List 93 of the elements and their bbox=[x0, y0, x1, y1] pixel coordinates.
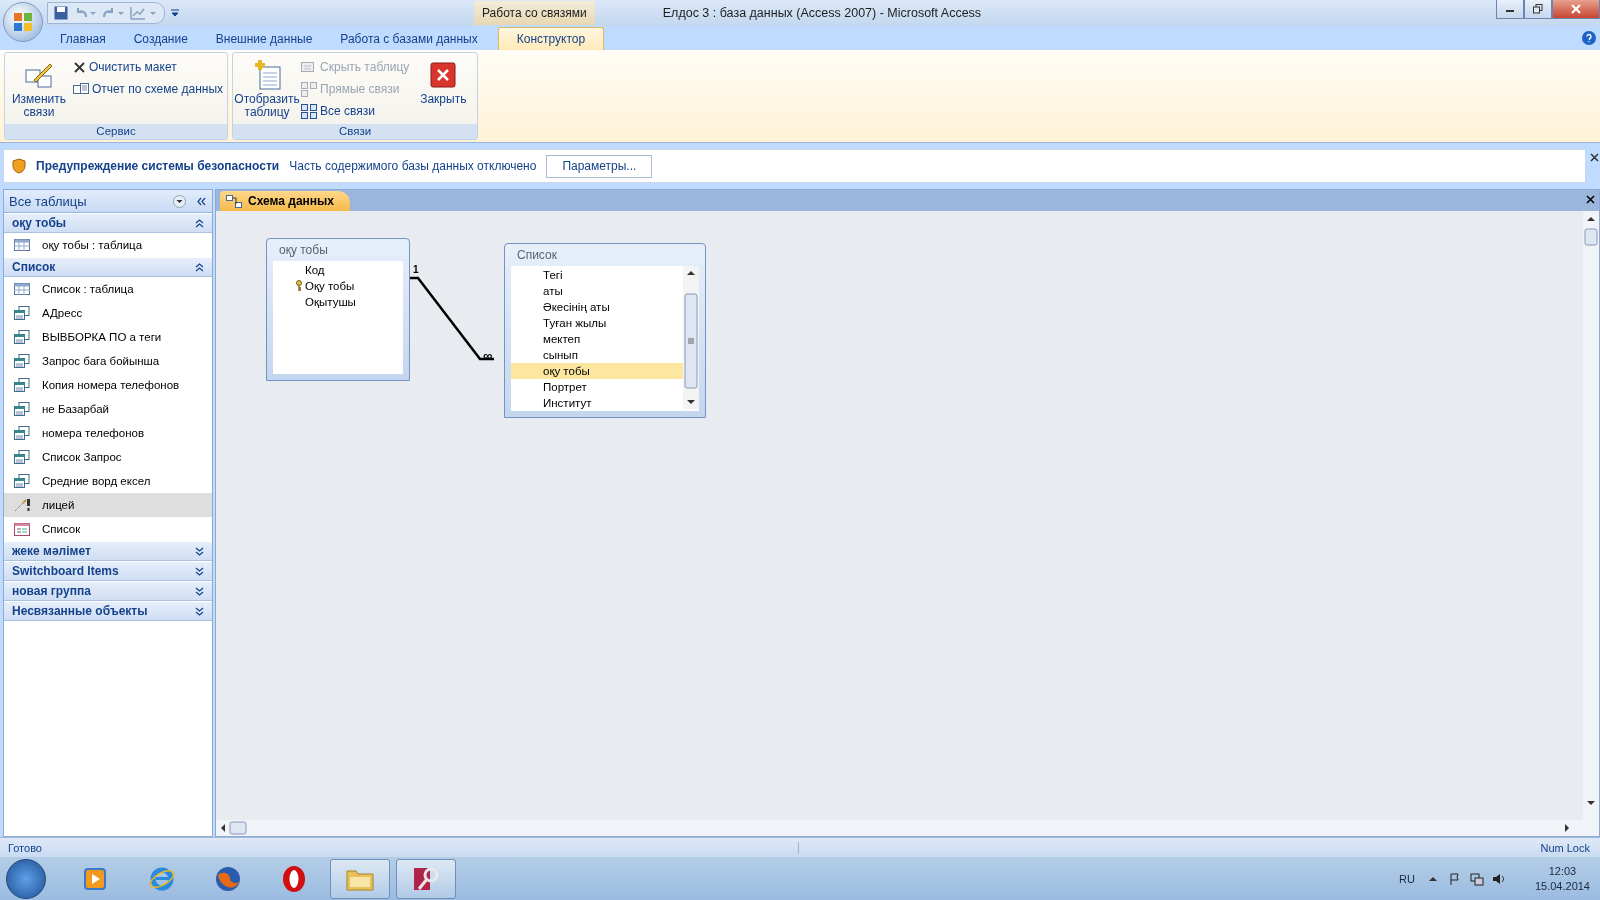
all-relationships-icon bbox=[301, 103, 318, 119]
key-icon bbox=[295, 280, 303, 292]
collapse-pane-icon[interactable] bbox=[196, 196, 206, 206]
query-icon bbox=[14, 426, 30, 440]
close-window-button[interactable] bbox=[1552, 0, 1600, 19]
save-icon[interactable] bbox=[54, 6, 68, 20]
macro-icon bbox=[14, 498, 32, 512]
x-icon bbox=[73, 60, 86, 74]
ribbon-tab[interactable]: Внешние данные bbox=[201, 28, 327, 50]
warning-message: Часть содержимого базы данных отключено bbox=[289, 159, 537, 173]
ribbon-button[interactable]: Очистить макет bbox=[73, 57, 224, 77]
field-list-title: Список bbox=[516, 247, 558, 264]
nav-group-header[interactable]: Switchboard Items bbox=[4, 561, 212, 581]
taskbar-button[interactable] bbox=[396, 858, 456, 899]
opera-o-icon bbox=[281, 864, 307, 893]
office-button[interactable] bbox=[3, 2, 43, 42]
fox-globe-icon bbox=[214, 864, 242, 893]
field-row[interactable]: Институт bbox=[511, 395, 683, 411]
expand-icon[interactable] bbox=[195, 586, 204, 596]
language-indicator[interactable]: RU bbox=[1399, 872, 1415, 885]
collapse-icon[interactable] bbox=[195, 218, 204, 228]
field-row[interactable]: Оқытушы bbox=[273, 294, 403, 310]
table-icon bbox=[14, 239, 30, 251]
field-row[interactable]: аты bbox=[511, 283, 683, 299]
field-row[interactable]: мектеп bbox=[511, 331, 683, 347]
one-label: 1 bbox=[413, 264, 419, 275]
shield-icon bbox=[12, 158, 26, 174]
relationships-icon bbox=[226, 194, 242, 208]
minimize-button[interactable] bbox=[1496, 0, 1524, 19]
field-row[interactable]: Әкесінің аты bbox=[511, 299, 683, 315]
field-row[interactable]: Тегі bbox=[511, 267, 683, 283]
field-list[interactable]: Список Тегі аты Әкесінің аты Туған жылы мектеп сынып оқу тобы Портрет Институт bbox=[504, 243, 706, 418]
field-row[interactable]: Туған жылы bbox=[511, 315, 683, 331]
nav-group-header[interactable]: оқу тобы bbox=[4, 213, 212, 233]
nav-group-header[interactable]: Список bbox=[4, 257, 212, 277]
report-icon bbox=[73, 82, 89, 96]
document-tab[interactable]: Схема данных bbox=[220, 191, 350, 211]
nav-group-header[interactable]: жеке мәлімет bbox=[4, 541, 212, 561]
options-button[interactable]: Параметры... bbox=[546, 154, 653, 178]
query-icon bbox=[14, 474, 30, 488]
ribbon-button[interactable]: Изменить связи bbox=[9, 55, 69, 122]
field-list[interactable]: оқу тобы Код Оқу тобы Оқытушы bbox=[266, 238, 410, 381]
taskbar-button[interactable] bbox=[330, 858, 390, 899]
num-lock-indicator: Num Lock bbox=[1540, 841, 1591, 854]
field-row[interactable]: оқу тобы bbox=[511, 363, 683, 379]
warning-title: Предупреждение системы безопасности bbox=[36, 159, 280, 173]
media-player-icon bbox=[83, 865, 109, 892]
group-title: Сервис bbox=[5, 124, 228, 139]
customize-dropdown-icon[interactable] bbox=[171, 9, 179, 17]
add-table-icon bbox=[252, 59, 283, 91]
office-logo-icon bbox=[12, 11, 34, 33]
nav-group-header[interactable]: Несвязанные объекты bbox=[4, 601, 212, 621]
query-icon bbox=[14, 330, 30, 344]
expand-icon[interactable] bbox=[195, 606, 204, 616]
status-text: Готово bbox=[0, 841, 799, 854]
help-icon[interactable] bbox=[1582, 31, 1596, 45]
dropdown-icon[interactable] bbox=[173, 194, 186, 208]
field-row[interactable]: Код bbox=[273, 262, 403, 278]
restore-icon bbox=[1533, 4, 1543, 14]
expand-icon[interactable] bbox=[195, 566, 204, 576]
contextual-tab-title: Работа со связями bbox=[474, 1, 595, 25]
restore-button[interactable] bbox=[1524, 0, 1552, 19]
ribbon-tab[interactable]: Конструктор bbox=[497, 27, 605, 50]
query-icon bbox=[14, 306, 30, 320]
ribbon-button[interactable]: Все связи bbox=[301, 101, 410, 121]
field-list-title: оқу тобы bbox=[278, 242, 329, 259]
table-icon bbox=[14, 283, 30, 295]
direct-relationships-icon bbox=[301, 81, 318, 97]
clock-time[interactable]: 12:03 bbox=[1548, 863, 1577, 879]
field-row[interactable]: Оқу тобы bbox=[273, 278, 403, 294]
query-icon bbox=[14, 354, 30, 368]
ribbon-tab[interactable]: Главная bbox=[46, 28, 120, 50]
query-icon bbox=[14, 378, 30, 392]
close-icon bbox=[430, 62, 457, 88]
window-title: Елдос 3 : база данных (Access 2007) - Microsoft Access bbox=[662, 6, 982, 20]
close-icon bbox=[1571, 4, 1581, 14]
clock-date[interactable]: 15.04.2014 bbox=[1534, 878, 1590, 894]
query-icon bbox=[14, 402, 30, 416]
nav-group-header[interactable]: новая группа bbox=[4, 581, 212, 601]
expand-icon[interactable] bbox=[195, 546, 204, 556]
collapse-icon[interactable] bbox=[195, 262, 204, 272]
ribbon-tab[interactable]: Создание bbox=[119, 28, 202, 50]
ribbon-button[interactable]: Закрыть bbox=[413, 55, 474, 122]
ribbon-button[interactable]: Отчет по схеме данных bbox=[73, 79, 224, 99]
field-row[interactable]: сынып bbox=[511, 347, 683, 363]
field-row[interactable]: Портрет bbox=[511, 379, 683, 395]
form-icon bbox=[14, 522, 30, 536]
group-title: Связи bbox=[233, 124, 478, 139]
ribbon-tab[interactable]: Работа с базами данных bbox=[326, 28, 492, 50]
query-icon bbox=[14, 450, 30, 464]
nav-item[interactable]: лицей bbox=[4, 493, 212, 517]
start-button[interactable] bbox=[6, 858, 46, 899]
scrollbar[interactable] bbox=[683, 266, 699, 409]
